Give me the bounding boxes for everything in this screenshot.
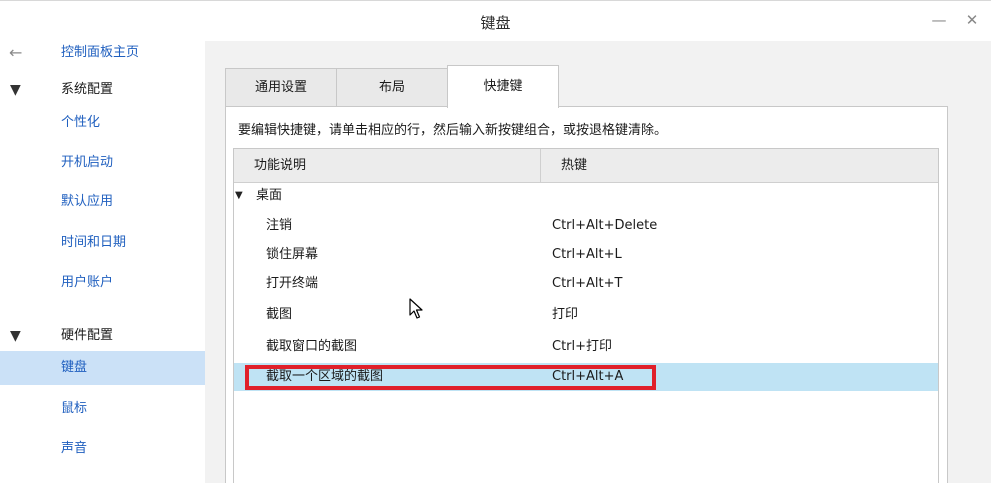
table-row[interactable]: 截图 打印: [234, 301, 938, 329]
tab-general[interactable]: 通用设置: [225, 68, 337, 106]
column-header-function[interactable]: 功能说明: [234, 149, 541, 182]
shortcut-name: 截图: [266, 307, 293, 322]
group-label: 桌面: [256, 188, 283, 203]
sidebar-section-hardware[interactable]: ▼ 硬件配置: [0, 319, 205, 353]
collapse-triangle-icon: ▼: [10, 328, 21, 344]
sidebar-item-keyboard[interactable]: 键盘: [0, 351, 205, 385]
column-header-hotkey[interactable]: 热键: [541, 149, 938, 182]
sidebar-item-label: 声音: [61, 441, 88, 456]
mouse-cursor-icon: [409, 298, 423, 324]
tab-layout[interactable]: 布局: [336, 68, 448, 106]
shortcut-name: 锁住屏幕: [266, 247, 319, 262]
shortcut-hotkey: Ctrl+Alt+L: [552, 247, 622, 262]
keyboard-settings-window: 键盘 — ✕ ← 控制面板主页 ▼ 系统配置 个性化 开机启动 默认应用 时间和…: [0, 0, 991, 483]
table-row[interactable]: 锁住屏幕 Ctrl+Alt+L: [234, 241, 938, 269]
red-highlight-box: [245, 365, 656, 390]
shortcut-hotkey: 打印: [552, 307, 579, 322]
sidebar-item-label: 时间和日期: [61, 235, 127, 250]
sidebar-item-label: 默认应用: [61, 194, 114, 209]
sidebar-item-personalize[interactable]: 个性化: [0, 106, 205, 140]
control-panel-home-link[interactable]: ← 控制面板主页: [0, 36, 205, 70]
sidebar-section-label: 硬件配置: [61, 328, 114, 343]
content-area: 通用设置 布局 快捷键 要编辑快捷键，请单击相应的行，然后输入新按键组合，或按退…: [205, 41, 991, 483]
sidebar-section-system[interactable]: ▼ 系统配置: [0, 73, 205, 107]
back-arrow-icon: ←: [9, 43, 23, 62]
control-panel-home-label: 控制面板主页: [61, 45, 140, 60]
shortcut-name: 截取窗口的截图: [266, 339, 358, 354]
sidebar-item-label: 键盘: [61, 360, 88, 375]
window-title: 键盘: [480, 14, 511, 32]
tab-shortcuts[interactable]: 快捷键: [447, 65, 559, 108]
table-row[interactable]: 注销 Ctrl+Alt+Delete: [234, 212, 938, 240]
sidebar-item-date-time[interactable]: 时间和日期: [0, 226, 205, 260]
shortcuts-panel: 要编辑快捷键，请单击相应的行，然后输入新按键组合，或按退格键清除。 功能说明 热…: [225, 106, 948, 483]
sidebar-item-label: 鼠标: [61, 401, 88, 416]
shortcuts-tree[interactable]: 功能说明 热键 ▼ 桌面 注销 Ctrl+Alt+Delete 锁住屏幕 Ctr…: [233, 148, 939, 483]
sidebar-item-label: 个性化: [61, 115, 101, 130]
tree-header: 功能说明 热键: [234, 149, 938, 183]
minimize-button[interactable]: —: [928, 9, 950, 31]
shortcut-hotkey: Ctrl+Alt+T: [552, 276, 623, 291]
shortcut-name: 注销: [266, 218, 293, 233]
sidebar-item-default-apps[interactable]: 默认应用: [0, 185, 205, 219]
sidebar-section-label: 系统配置: [61, 82, 114, 97]
shortcut-hotkey: Ctrl+打印: [552, 339, 613, 354]
table-row[interactable]: 截取窗口的截图 Ctrl+打印: [234, 333, 938, 361]
sidebar-item-startup[interactable]: 开机启动: [0, 146, 205, 180]
shortcut-hotkey: Ctrl+Alt+Delete: [552, 218, 658, 233]
expand-triangle-icon: ▼: [235, 190, 243, 201]
sidebar: ← 控制面板主页 ▼ 系统配置 个性化 开机启动 默认应用 时间和日期 用户账户…: [0, 41, 205, 483]
instruction-text: 要编辑快捷键，请单击相应的行，然后输入新按键组合，或按退格键清除。: [238, 123, 668, 138]
sidebar-item-label: 开机启动: [61, 155, 114, 170]
close-button[interactable]: ✕: [961, 9, 983, 31]
tree-group-desktop[interactable]: ▼ 桌面: [234, 182, 938, 210]
shortcut-name: 打开终端: [266, 276, 319, 291]
sidebar-item-label: 用户账户: [61, 275, 114, 290]
table-row[interactable]: 打开终端 Ctrl+Alt+T: [234, 270, 938, 298]
sidebar-item-sound[interactable]: 声音: [0, 432, 205, 466]
sidebar-item-user-accounts[interactable]: 用户账户: [0, 266, 205, 300]
sidebar-item-mouse[interactable]: 鼠标: [0, 392, 205, 426]
title-bar: 键盘 — ✕: [0, 1, 991, 41]
collapse-triangle-icon: ▼: [10, 82, 21, 98]
